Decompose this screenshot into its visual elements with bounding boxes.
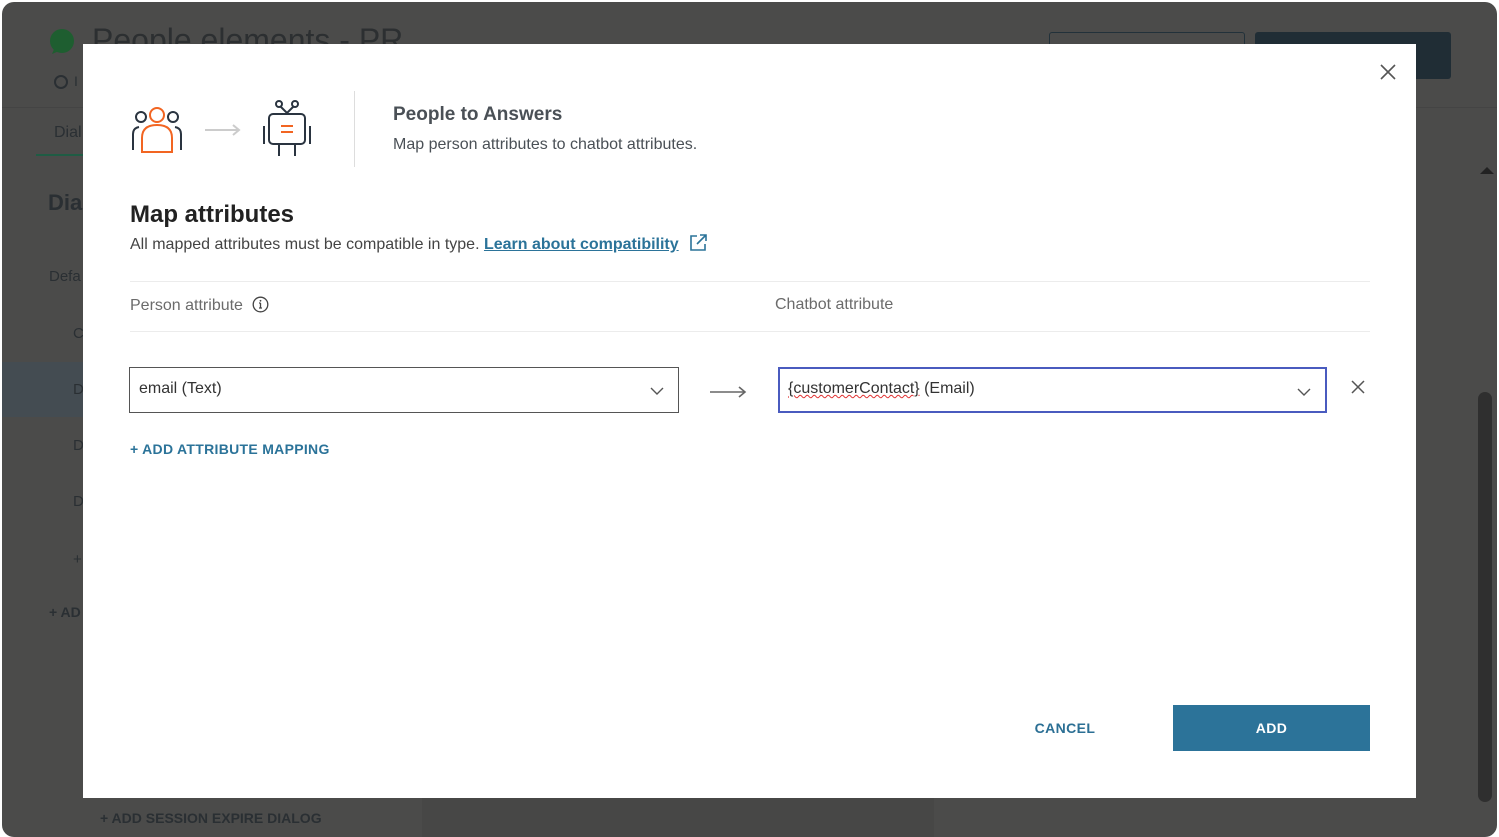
person-attribute-header: Person attribute	[130, 296, 269, 315]
description-text: All mapped attributes must be compatible…	[130, 236, 480, 253]
arrow-right-icon	[205, 124, 241, 136]
info-icon[interactable]	[252, 296, 269, 313]
tab-dialogs[interactable]: Dial	[54, 124, 82, 142]
dialog-title: People to Answers	[393, 104, 563, 125]
dialog-item[interactable]: +	[73, 551, 82, 568]
people-icon	[132, 107, 182, 153]
chevron-down-icon	[1297, 388, 1311, 396]
chatbot-attribute-type: (Email)	[919, 380, 975, 397]
dialogs-heading: Dia	[48, 190, 83, 215]
dialog-subtitle: Map person attributes to chatbot attribu…	[393, 136, 698, 153]
external-link-icon[interactable]	[689, 234, 707, 252]
scrollbar[interactable]	[1478, 392, 1492, 802]
add-session-expire-dialog[interactable]: + ADD SESSION EXPIRE DIALOG	[100, 810, 322, 826]
status-text: I	[74, 73, 78, 89]
add-button[interactable]: ADD	[1173, 705, 1370, 751]
map-attributes-dialog: People to Answers Map person attributes …	[83, 44, 1416, 798]
section-title: Map attributes	[130, 201, 295, 228]
whatsapp-icon	[50, 29, 74, 54]
chatbot-attribute-select[interactable]: {customerContact} (Email)	[778, 367, 1327, 413]
chevron-down-icon	[650, 387, 664, 395]
cancel-button[interactable]: CANCEL	[1013, 705, 1117, 751]
person-attribute-label: Person attribute	[130, 297, 243, 314]
default-label: Defa	[49, 268, 81, 285]
mapping-arrow-icon	[710, 386, 747, 398]
person-attribute-value: email (Text)	[139, 380, 222, 397]
add-dialog-link[interactable]: + AD	[49, 604, 81, 620]
status-circle-icon	[54, 75, 68, 89]
close-icon[interactable]	[1378, 62, 1398, 82]
chatbot-attribute-name: {customerContact}	[788, 380, 920, 397]
add-attribute-mapping-button[interactable]: + ADD ATTRIBUTE MAPPING	[130, 441, 330, 457]
chatbot-icon	[263, 100, 311, 156]
scroll-up-icon[interactable]	[1480, 167, 1494, 174]
section-description: All mapped attributes must be compatible…	[130, 234, 707, 254]
person-attribute-select[interactable]: email (Text)	[129, 367, 679, 413]
chatbot-attribute-header: Chatbot attribute	[775, 296, 894, 313]
remove-mapping-icon[interactable]	[1351, 380, 1365, 394]
learn-compatibility-link[interactable]: Learn about compatibility	[484, 236, 679, 253]
